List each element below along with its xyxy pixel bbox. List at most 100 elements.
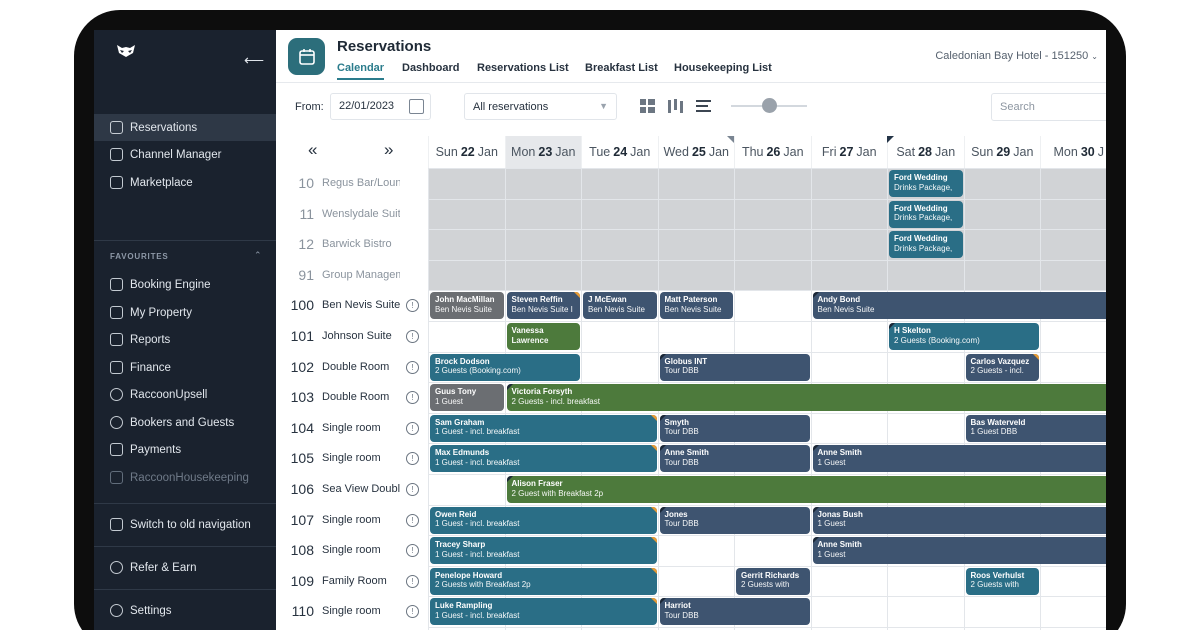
- booking-bar[interactable]: Globus INT Tour DBB: [659, 353, 810, 381]
- info-icon[interactable]: !: [406, 513, 419, 527]
- info-icon[interactable]: !: [406, 574, 419, 588]
- booking-bar[interactable]: Anne Smith 1 Guest: [812, 445, 1106, 473]
- booking-bar[interactable]: H Skelton 2 Guests (Booking.com): [889, 323, 1039, 350]
- sidebar-item-reports[interactable]: Reports: [94, 326, 276, 353]
- sidebar-item-payments[interactable]: Payments: [94, 436, 276, 463]
- collapse-sidebar-icon[interactable]: ⟵: [244, 52, 264, 69]
- booking-bar[interactable]: Luke Rampling 1 Guest - incl. breakfast: [430, 598, 657, 626]
- info-icon[interactable]: !: [406, 452, 419, 466]
- info-icon[interactable]: !: [406, 391, 419, 405]
- sidebar-item-my-property[interactable]: My Property: [94, 299, 276, 326]
- booking-bar[interactable]: Harriot Tour DBB: [659, 598, 810, 626]
- previous-week-button[interactable]: «: [308, 140, 317, 160]
- chevron-up-icon[interactable]: ⌃: [254, 250, 262, 261]
- day-header[interactable]: Sun 22 Jan: [428, 136, 505, 168]
- booking-bar[interactable]: Smyth Tour DBB: [659, 414, 810, 442]
- from-date-input[interactable]: 22/01/2023: [330, 93, 431, 120]
- tab-housekeeping-list[interactable]: Housekeeping List: [674, 62, 772, 74]
- booking-bar[interactable]: Steven Reffin Ben Nevis Suite I: [506, 292, 580, 320]
- booking-bar[interactable]: Jonas Bush 1 Guest: [812, 506, 1106, 534]
- booking-bar[interactable]: Ford Wedding Drinks Package,: [889, 170, 963, 197]
- tab-calendar[interactable]: Calendar: [337, 62, 385, 80]
- switch-navigation-button[interactable]: Switch to old navigation: [94, 511, 276, 538]
- info-icon[interactable]: !: [406, 483, 419, 496]
- booking-bar[interactable]: Max Edmunds 1 Guest - incl. breakfast: [430, 445, 657, 473]
- day-header[interactable]: Thu 26 Jan: [734, 136, 811, 168]
- columns-view-icon[interactable]: [668, 99, 683, 113]
- room-name[interactable]: Regus Bar/Lounge: [322, 177, 400, 189]
- booking-bar[interactable]: J McEwan Ben Nevis Suite: [583, 292, 657, 320]
- room-name[interactable]: Barwick Bistro: [322, 238, 400, 250]
- booking-bar[interactable]: Andy Bond Ben Nevis Suite: [812, 292, 1106, 320]
- room-name[interactable]: Single room: [322, 514, 400, 526]
- booking-bar[interactable]: Vanessa Lawrence: [506, 323, 580, 350]
- room-name[interactable]: Single room: [322, 422, 400, 434]
- search-input[interactable]: Search: [991, 93, 1106, 121]
- tab-breakfast-list[interactable]: Breakfast List: [585, 62, 658, 74]
- reservation-filter-select[interactable]: All reservations ▼: [464, 93, 617, 120]
- room-name[interactable]: Double Room: [322, 361, 400, 373]
- room-name[interactable]: Wenslydale Suite: [322, 208, 400, 220]
- day-header[interactable]: Wed 25 Jan: [657, 136, 735, 168]
- sidebar-item-finance[interactable]: Finance: [94, 354, 276, 381]
- sidebar-item-reservations[interactable]: Reservations: [94, 114, 276, 141]
- booking-bar[interactable]: John MacMillan Ben Nevis Suite: [430, 292, 504, 320]
- booking-bar[interactable]: Sam Graham 1 Guest - incl. breakfast: [430, 414, 657, 442]
- day-header[interactable]: Tue 24 Jan: [581, 136, 658, 168]
- booking-guest-name: Globus INT: [664, 356, 708, 366]
- room-name[interactable]: Sea View Double: [322, 483, 400, 495]
- room-name[interactable]: Johnson Suite: [322, 330, 400, 342]
- room-name[interactable]: Group Manageme...: [322, 269, 400, 281]
- sidebar-item-bookers-and-guests[interactable]: Bookers and Guests: [94, 409, 276, 436]
- booking-bar[interactable]: Matt Paterson Ben Nevis Suite: [659, 292, 733, 320]
- booking-bar[interactable]: Owen Reid 1 Guest - incl. breakfast: [430, 506, 657, 534]
- room-name[interactable]: Single room: [322, 544, 400, 556]
- info-icon[interactable]: !: [406, 330, 419, 343]
- info-icon[interactable]: !: [406, 421, 419, 435]
- booking-bar[interactable]: Brock Dodson 2 Guests (Booking.com): [430, 353, 580, 381]
- room-name[interactable]: Single room: [322, 452, 400, 464]
- calendar-icon[interactable]: [409, 99, 424, 114]
- booking-bar[interactable]: Guus Tony 1 Guest: [430, 384, 504, 412]
- booking-bar[interactable]: Carlos Vazquez 2 Guests - incl.: [965, 353, 1039, 381]
- info-icon[interactable]: !: [406, 605, 419, 619]
- booking-bar[interactable]: Bas Waterveld 1 Guest DBB: [965, 414, 1106, 442]
- sidebar-item-booking-engine[interactable]: Booking Engine: [94, 271, 276, 298]
- sidebar-item-raccoonupsell[interactable]: RaccoonUpsell: [94, 381, 276, 408]
- booking-bar[interactable]: Roos Verhulst 2 Guests with: [965, 567, 1039, 595]
- sidebar-item-marketplace[interactable]: Marketplace: [94, 169, 276, 196]
- sidebar-item-raccoonhousekeeping[interactable]: RaccoonHousekeeping: [94, 464, 276, 491]
- sidebar-item-channel-manager[interactable]: Channel Manager: [94, 141, 276, 168]
- room-name[interactable]: Single room: [322, 605, 400, 617]
- next-week-button[interactable]: »: [384, 140, 393, 160]
- hotel-selector[interactable]: Caledonian Bay Hotel - 151250 ⌄: [935, 50, 1098, 62]
- booking-bar[interactable]: Ford Wedding Drinks Package,: [889, 200, 963, 228]
- info-icon[interactable]: !: [406, 360, 419, 374]
- booking-bar[interactable]: Anne Smith Tour DBB: [659, 445, 810, 473]
- day-header[interactable]: Mon 30 J: [1040, 136, 1106, 168]
- day-header[interactable]: Sun 29 Jan: [963, 136, 1041, 168]
- booking-bar[interactable]: Anne Smith 1 Guest: [812, 537, 1106, 565]
- booking-bar[interactable]: Ford Wedding Drinks Package,: [889, 231, 963, 259]
- booking-bar[interactable]: Penelope Howard 2 Guests with Breakfast 2…: [430, 567, 657, 595]
- refer-earn-button[interactable]: Refer & Earn: [94, 554, 276, 581]
- booking-bar[interactable]: Victoria Forsyth 2 Guests - incl. breakfa…: [506, 384, 1106, 412]
- zoom-slider-handle[interactable]: [762, 98, 777, 113]
- tab-reservations-list[interactable]: Reservations List: [477, 62, 569, 74]
- list-view-icon[interactable]: [696, 99, 711, 113]
- tab-dashboard[interactable]: Dashboard: [402, 62, 459, 74]
- booking-bar[interactable]: Tracey Sharp 1 Guest - incl. breakfast: [430, 537, 657, 565]
- room-name[interactable]: Ben Nevis Suite: [322, 299, 400, 311]
- info-icon[interactable]: !: [406, 544, 419, 558]
- grid-view-icon[interactable]: [640, 99, 655, 113]
- day-header[interactable]: Fri 27 Jan: [810, 136, 888, 168]
- booking-bar[interactable]: Jones Tour DBB: [659, 506, 810, 534]
- booking-bar[interactable]: Alison Fraser 2 Guest with Breakfast 2p: [506, 476, 1106, 503]
- settings-button[interactable]: Settings: [94, 597, 276, 624]
- info-icon[interactable]: !: [406, 299, 419, 313]
- booking-bar[interactable]: Gerrit Richards 2 Guests with: [736, 567, 810, 595]
- day-header[interactable]: Sat 28 Jan: [887, 136, 964, 168]
- room-name[interactable]: Family Room: [322, 575, 400, 587]
- day-header[interactable]: Mon 23 Jan: [504, 136, 581, 168]
- room-name[interactable]: Double Room: [322, 391, 400, 403]
